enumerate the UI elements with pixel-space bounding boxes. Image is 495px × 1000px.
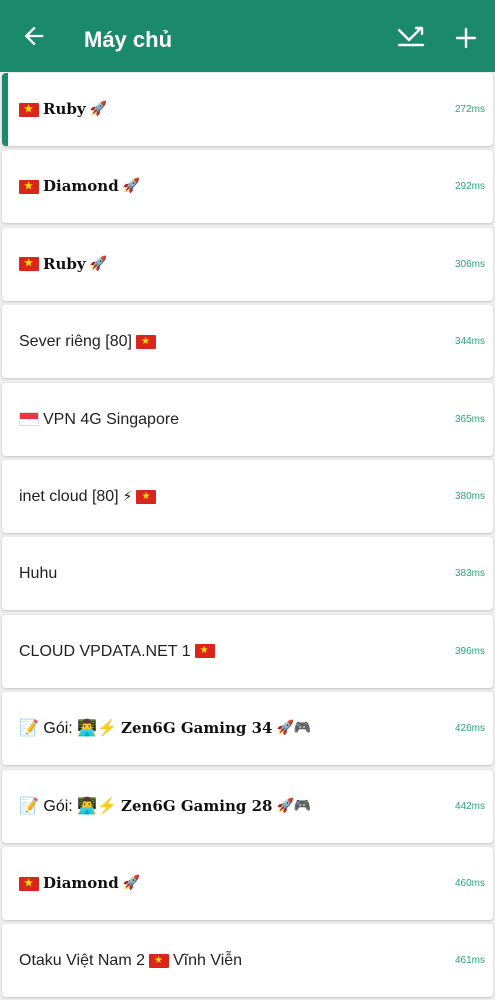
server-item[interactable]: 📝 Gói: 👨‍💻⚡ Zen6G Gaming 28 🚀🎮 442ms — [2, 769, 493, 843]
server-suffix: 🚀 — [89, 255, 108, 272]
vietnam-flag-icon — [19, 257, 39, 272]
vietnam-flag-icon — [148, 953, 169, 968]
vietnam-flag-icon — [19, 876, 39, 891]
server-item[interactable]: Diamond🚀 460ms — [2, 847, 493, 920]
plus-icon[interactable] — [454, 26, 478, 50]
server-ping: 383ms — [454, 568, 485, 580]
server-suffix: Vĩnh Viễn — [172, 952, 243, 970]
server-name: Ruby🚀 — [19, 73, 107, 146]
server-ping: 292ms — [454, 181, 485, 193]
page-title: Máy chủ — [84, 27, 173, 52]
server-label: VPN 4G Singapore — [43, 410, 180, 428]
server-label: Huhu — [19, 565, 58, 583]
server-label: CLOUD VPDATA.NET 1 — [19, 642, 191, 660]
server-name: 📝 Gói: 👨‍💻⚡ Zen6G Gaming 28 🚀🎮 — [19, 770, 311, 843]
server-label: Diamond — [43, 177, 119, 196]
server-item[interactable]: Sever riêng [80] 344ms — [2, 305, 493, 379]
server-label: Diamond — [43, 874, 119, 892]
server-name: VPN 4G Singapore — [19, 383, 179, 456]
server-prefix: 📝 Gói: 👨‍💻⚡ — [19, 797, 117, 815]
server-name: 📝 Gói: 👨‍💻⚡ Zen6G Gaming 34 🚀🎮 — [19, 692, 311, 765]
server-label: Zen6G Gaming 28 — [121, 796, 273, 815]
server-suffix: ⚡ — [122, 488, 133, 504]
server-name: Otaku Việt Nam 2 Vĩnh Viễn — [19, 924, 242, 997]
server-ping: 272ms — [454, 104, 485, 115]
server-ping: 396ms — [454, 645, 485, 657]
server-ping: 306ms — [454, 258, 485, 270]
vietnam-flag-icon — [194, 644, 215, 659]
server-name: Diamond🚀 — [19, 150, 140, 223]
server-item[interactable]: Ruby🚀 306ms — [2, 227, 493, 301]
server-ping: 426ms — [454, 723, 485, 735]
sort-ping-icon[interactable] — [396, 24, 426, 48]
vietnam-flag-icon — [135, 334, 156, 349]
vietnam-flag-icon — [136, 489, 157, 504]
server-item[interactable]: Diamond🚀 292ms — [2, 150, 493, 224]
server-item[interactable]: VPN 4G Singapore 365ms — [2, 382, 493, 456]
arrow-left-icon[interactable] — [20, 22, 48, 50]
server-name: Sever riêng [80] — [19, 305, 156, 378]
server-item[interactable]: Huhu 383ms — [2, 537, 493, 611]
server-name: inet cloud [80] ⚡ — [19, 460, 157, 533]
server-item[interactable]: Otaku Việt Nam 2 Vĩnh Viễn 461ms — [2, 924, 493, 998]
server-suffix: 🚀 — [89, 101, 108, 117]
vietnam-flag-icon — [19, 102, 39, 117]
server-name: Ruby🚀 — [19, 228, 107, 301]
server-name: Huhu — [19, 537, 57, 610]
singapore-flag-icon — [19, 412, 39, 427]
server-ping: 365ms — [454, 413, 485, 425]
app-bar: Máy chủ — [0, 0, 495, 72]
server-prefix: 📝 Gói: 👨‍💻⚡ — [19, 720, 117, 738]
server-ping: 442ms — [454, 800, 485, 812]
server-label: Ruby — [43, 254, 86, 273]
server-name: CLOUD VPDATA.NET 1 — [19, 615, 215, 688]
server-label: Sever riêng [80] — [19, 333, 132, 351]
server-ping: 461ms — [454, 955, 485, 967]
server-item[interactable]: inet cloud [80]⚡ 380ms — [2, 460, 493, 533]
server-suffix: 🚀 — [122, 875, 141, 891]
server-suffix: 🚀 — [122, 178, 141, 195]
server-ping: 344ms — [454, 336, 485, 348]
server-label: Otaku Việt Nam 2 — [19, 952, 145, 970]
server-item[interactable]: Ruby🚀 272ms — [2, 73, 493, 146]
server-item[interactable]: CLOUD VPDATA.NET 1 396ms — [2, 614, 493, 688]
server-ping: 460ms — [454, 878, 485, 889]
server-ping: 380ms — [454, 491, 485, 502]
server-item[interactable]: 📝 Gói: 👨‍💻⚡ Zen6G Gaming 34 🚀🎮 426ms — [2, 692, 493, 766]
server-label: inet cloud [80] — [19, 488, 119, 505]
server-suffix: 🚀🎮 — [276, 720, 312, 737]
vietnam-flag-icon — [19, 179, 39, 194]
server-suffix: 🚀🎮 — [276, 797, 312, 814]
server-label: Ruby — [43, 100, 86, 118]
server-label: Zen6G Gaming 34 — [121, 719, 273, 738]
server-name: Diamond🚀 — [19, 847, 140, 920]
